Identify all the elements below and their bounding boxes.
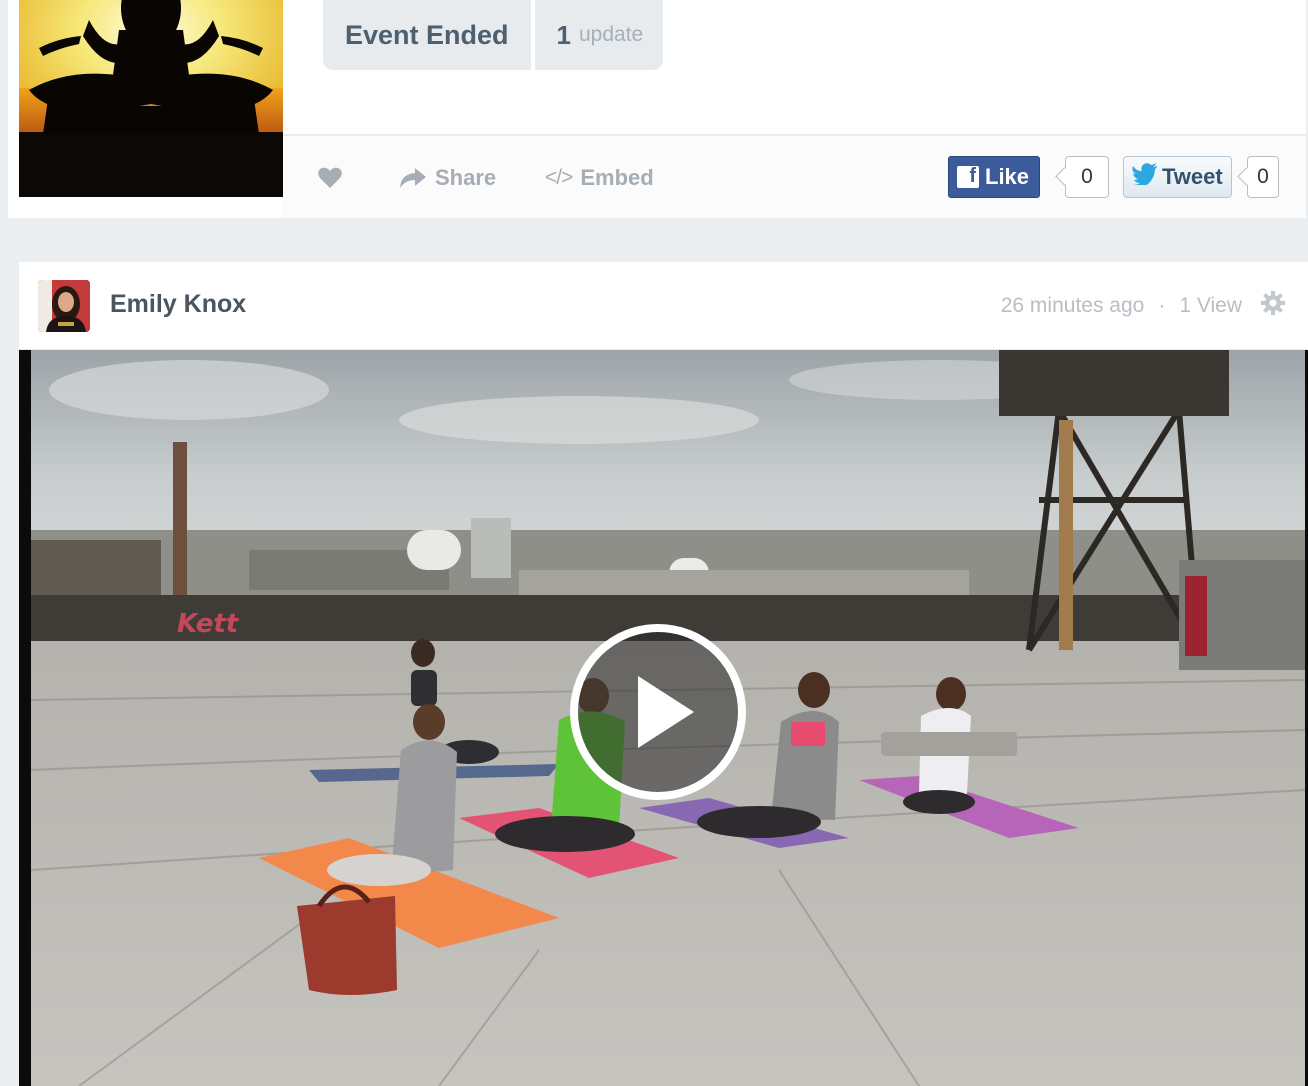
share-button[interactable]: Share <box>399 136 496 220</box>
event-thumbnail-image[interactable] <box>19 0 283 197</box>
gear-icon[interactable] <box>1260 290 1286 316</box>
facebook-like-label: Like <box>985 164 1030 189</box>
heart-icon <box>318 167 342 188</box>
embed-label: Embed <box>580 165 654 190</box>
updates-badge[interactable]: 1 update <box>534 0 664 70</box>
svg-text:Kett: Kett <box>177 609 240 639</box>
post-timestamp[interactable]: 26 minutes ago <box>1001 294 1145 318</box>
play-icon[interactable] <box>568 622 748 802</box>
video-player[interactable]: Kett <box>19 350 1308 1086</box>
author-name[interactable]: Emily Knox <box>110 290 246 319</box>
meditation-silhouette-image <box>19 0 283 197</box>
share-arrow-icon <box>400 168 426 188</box>
facebook-icon: f <box>957 165 979 188</box>
twitter-bird-icon <box>1132 163 1158 191</box>
action-bar: Share </> Embed f Like 0 Tweet 0 <box>283 134 1306 218</box>
share-label: Share <box>435 165 497 190</box>
event-ended-badge: Event Ended <box>323 0 531 70</box>
post-header: Emily Knox 26 minutes ago · 1 View <box>19 262 1308 350</box>
view-count: 1 View <box>1179 294 1242 317</box>
post-meta: 26 minutes ago · 1 View <box>1001 294 1242 318</box>
tweet-count: 0 <box>1247 156 1279 198</box>
update-label: update <box>579 23 644 46</box>
tweet-label: Tweet <box>1162 164 1223 189</box>
update-post-card: Emily Knox 26 minutes ago · 1 View Kett <box>19 262 1308 1086</box>
meta-separator: · <box>1158 294 1166 317</box>
embed-code-icon: </> <box>545 166 573 189</box>
favorite-button[interactable] <box>317 136 343 220</box>
update-count: 1 <box>556 19 571 50</box>
event-status-label: Event Ended <box>345 19 509 50</box>
event-header-card: Event Ended 1 update Share </> Embed f L… <box>8 0 1306 218</box>
avatar[interactable] <box>38 280 90 332</box>
facebook-like-count: 0 <box>1065 156 1109 198</box>
event-status-row: Event Ended 1 update <box>323 0 664 70</box>
tweet-button[interactable]: Tweet <box>1123 156 1232 198</box>
facebook-like-button[interactable]: f Like <box>948 156 1041 198</box>
embed-button[interactable]: </> Embed <box>545 136 654 220</box>
